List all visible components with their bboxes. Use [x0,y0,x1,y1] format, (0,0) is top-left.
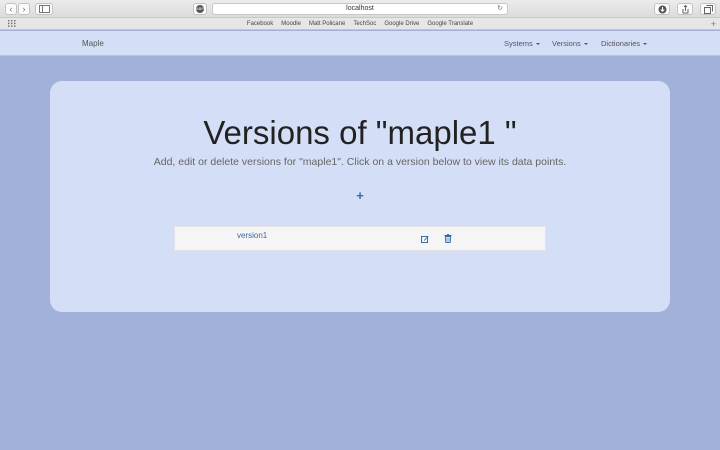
nav-menu-systems-label: Systems [504,39,533,48]
page-title: Versions of "maple1 " [203,114,517,151]
browser-toolbar: ‹ › ABP localhost ↻ [0,0,720,18]
add-version-button[interactable]: + [352,188,368,204]
bookmark-moodle[interactable]: Moodle [281,18,301,30]
brand-link[interactable]: Maple [82,31,104,56]
nav-menu-systems[interactable]: Systems [504,31,540,56]
url-text: localhost [346,5,374,12]
site-favicon-icon: ABP [193,3,207,15]
back-icon[interactable]: ‹ [5,3,17,15]
tabs-overview-icon[interactable] [700,3,716,15]
address-bar[interactable]: localhost ↻ [212,3,508,15]
bookmark-google-translate[interactable]: Google Translate [427,18,473,30]
app-navbar: Maple Systems Versions Dictionaries [0,31,720,56]
bookmark-techsoc[interactable]: TechSoc [353,18,376,30]
nav-menu-dictionaries[interactable]: Dictionaries [601,31,648,56]
edit-icon[interactable] [421,235,429,243]
caret-down-icon [643,43,648,46]
sidebar-toggle-icon[interactable] [35,3,53,15]
share-icon[interactable] [677,3,693,15]
plus-icon: + [356,188,364,203]
bookmark-matt-policane[interactable]: Matt Policane [309,18,345,30]
reload-icon[interactable]: ↻ [497,4,503,14]
version-row[interactable]: version1 [174,226,546,251]
downloads-icon[interactable] [654,3,670,15]
nav-menu-versions[interactable]: Versions [552,31,588,56]
nav-menu-versions-label: Versions [552,39,581,48]
page-subtitle: Add, edit or delete versions for "maple1… [153,156,567,168]
version-link[interactable]: version1 [237,231,267,241]
bookmark-google-drive[interactable]: Google Drive [384,18,419,30]
caret-down-icon [583,43,588,46]
bookmark-list: Facebook Moodle Matt Policane TechSoc Go… [0,18,720,30]
bookmarks-bar: Facebook Moodle Matt Policane TechSoc Go… [0,18,720,30]
trash-icon[interactable] [444,234,452,243]
new-tab-plus-icon[interactable]: + [711,18,716,30]
bookmark-facebook[interactable]: Facebook [247,18,273,30]
versions-panel: Versions of "maple1 " Add, edit or delet… [50,81,670,312]
caret-down-icon [535,43,540,46]
nav-menu-dictionaries-label: Dictionaries [601,39,641,48]
forward-icon[interactable]: › [18,3,30,15]
